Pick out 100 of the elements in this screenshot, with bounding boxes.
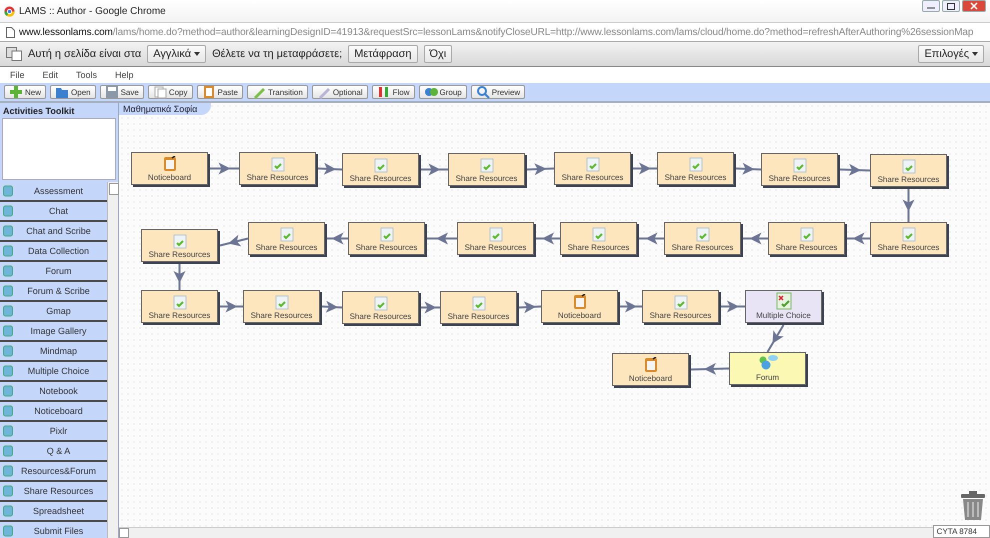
caret-icon xyxy=(194,52,200,56)
tool-icon xyxy=(3,245,13,257)
tool-icon xyxy=(3,265,13,277)
activity-node[interactable]: Share Resources xyxy=(870,222,947,255)
tool-icon xyxy=(3,385,13,397)
clipboard-icon xyxy=(202,85,216,99)
activity-node[interactable]: Share Resources xyxy=(348,222,425,255)
activity-node[interactable]: Noticeboard xyxy=(541,290,618,323)
connector-arrow xyxy=(427,232,457,244)
document-check-icon xyxy=(902,226,916,242)
folder-icon xyxy=(55,85,70,99)
connector-arrow xyxy=(721,300,745,312)
sidebar-title: Activities Toolkit xyxy=(2,105,76,118)
horizontal-scrollbar[interactable] xyxy=(119,527,933,538)
page-icon xyxy=(6,26,15,38)
decline-button[interactable]: Όχι xyxy=(424,45,452,63)
scrollbar[interactable] xyxy=(107,182,118,538)
design-tab[interactable]: Μαθηματικά Σοφία xyxy=(119,103,212,115)
tool-icon xyxy=(3,445,13,457)
activity-node[interactable]: Multiple Choice xyxy=(745,290,822,323)
toolbar-button[interactable]: Transition xyxy=(246,85,308,99)
menu-item[interactable]: Help xyxy=(115,70,134,80)
connector-arrow xyxy=(847,232,870,244)
document-check-icon xyxy=(792,157,806,173)
connector-arrow xyxy=(639,232,664,244)
status-label: CYTA 8784 xyxy=(932,525,990,538)
connector-arrow xyxy=(690,362,730,375)
toolbar-button[interactable]: Flow xyxy=(372,85,414,99)
activity-node[interactable]: Share Resources xyxy=(664,222,741,255)
document-check-icon xyxy=(902,158,916,174)
clipboard-icon xyxy=(572,294,586,310)
menu-item[interactable]: Tools xyxy=(76,70,98,80)
address-field[interactable]: www.lessonlams.com/lams/home.do?method=author&learningDesignID=41913&requestSrc=lessonLams&notifyCloseURL=http://www.lessonlams.com/lams/cloud/home.do?method=refreshAfterAuthoring%26sessionMap xyxy=(19,26,974,38)
activity-node[interactable]: Noticeboard xyxy=(612,353,689,386)
connector-arrow xyxy=(620,300,642,312)
document-check-icon xyxy=(674,294,688,310)
menu-item[interactable]: File xyxy=(10,70,25,80)
translate-button[interactable]: Μετάφραση xyxy=(348,45,418,63)
document-check-icon xyxy=(592,226,606,242)
activity-node[interactable]: Share Resources xyxy=(239,152,316,185)
connector-arrow xyxy=(902,189,914,222)
maximize-icon xyxy=(947,2,955,10)
options-button[interactable]: Επιλογές xyxy=(918,45,984,63)
tool-icon xyxy=(3,225,13,237)
pen-icon xyxy=(316,85,331,99)
toolbar-button[interactable]: Paste xyxy=(196,85,243,99)
toolbar-button[interactable]: New xyxy=(4,85,46,99)
activity-node[interactable]: Share Resources xyxy=(248,222,325,255)
toolbar-button[interactable]: Copy xyxy=(148,85,193,99)
language-dropdown[interactable]: Αγγλικά xyxy=(147,45,206,63)
toolbar-button[interactable]: Preview xyxy=(470,85,526,99)
magnifier-icon xyxy=(476,85,490,99)
activity-node[interactable]: Share Resources xyxy=(761,153,838,186)
maximize-button[interactable] xyxy=(942,0,960,12)
activity-node[interactable]: Share Resources xyxy=(342,153,419,186)
document-check-icon xyxy=(688,156,702,172)
connector-arrow xyxy=(220,234,248,246)
toolbar-button[interactable]: Optional xyxy=(312,85,368,99)
connector-arrow xyxy=(174,264,186,290)
quiz-document-icon xyxy=(776,292,792,310)
activity-node[interactable]: Share Resources xyxy=(870,154,947,187)
activity-node[interactable]: Share Resources xyxy=(554,152,631,185)
people-chat-icon xyxy=(756,354,778,372)
document-check-icon xyxy=(274,294,288,310)
tool-icon xyxy=(3,345,13,357)
document-check-icon xyxy=(374,157,388,173)
activity-node[interactable]: Noticeboard xyxy=(131,152,208,185)
connector-arrow xyxy=(322,300,342,313)
connector-arrow xyxy=(220,300,243,312)
activity-node[interactable]: Share Resources xyxy=(342,291,419,324)
activity-node[interactable]: Share Resources xyxy=(657,152,734,185)
document-check-icon xyxy=(472,295,486,311)
activity-node[interactable]: Share Resources xyxy=(440,291,517,324)
activity-node[interactable]: Share Resources xyxy=(457,222,534,255)
flow-icon xyxy=(376,85,391,99)
activity-node[interactable]: Share Resources xyxy=(243,290,320,323)
activity-node[interactable]: Share Resources xyxy=(448,153,525,186)
connector-arrow xyxy=(421,164,448,176)
tool-icon xyxy=(3,505,13,517)
connector-arrow xyxy=(518,301,542,314)
activity-node[interactable]: Forum xyxy=(729,352,806,385)
activity-node[interactable]: Share Resources xyxy=(560,222,637,255)
close-button[interactable] xyxy=(962,0,986,12)
toolbar-button[interactable]: Save xyxy=(100,85,144,99)
document-check-icon xyxy=(280,226,294,242)
activity-node[interactable]: Share Resources xyxy=(141,229,218,262)
minimize-button[interactable] xyxy=(922,0,940,12)
activity-node[interactable]: Share Resources xyxy=(642,290,719,323)
toolbar-button[interactable]: Group xyxy=(418,85,467,99)
menu-item[interactable]: Edit xyxy=(42,70,58,80)
activity-node[interactable]: Share Resources xyxy=(141,290,218,323)
activity-node[interactable]: Share Resources xyxy=(768,222,845,255)
connector-arrow xyxy=(318,162,342,175)
tool-icon xyxy=(3,465,13,477)
tool-icon xyxy=(3,325,13,337)
toolbar-button[interactable]: Open xyxy=(50,85,96,99)
connector-arrow xyxy=(840,164,870,176)
trash-icon[interactable] xyxy=(960,491,986,521)
tool-icon xyxy=(3,485,13,497)
copy-icon xyxy=(152,85,167,99)
